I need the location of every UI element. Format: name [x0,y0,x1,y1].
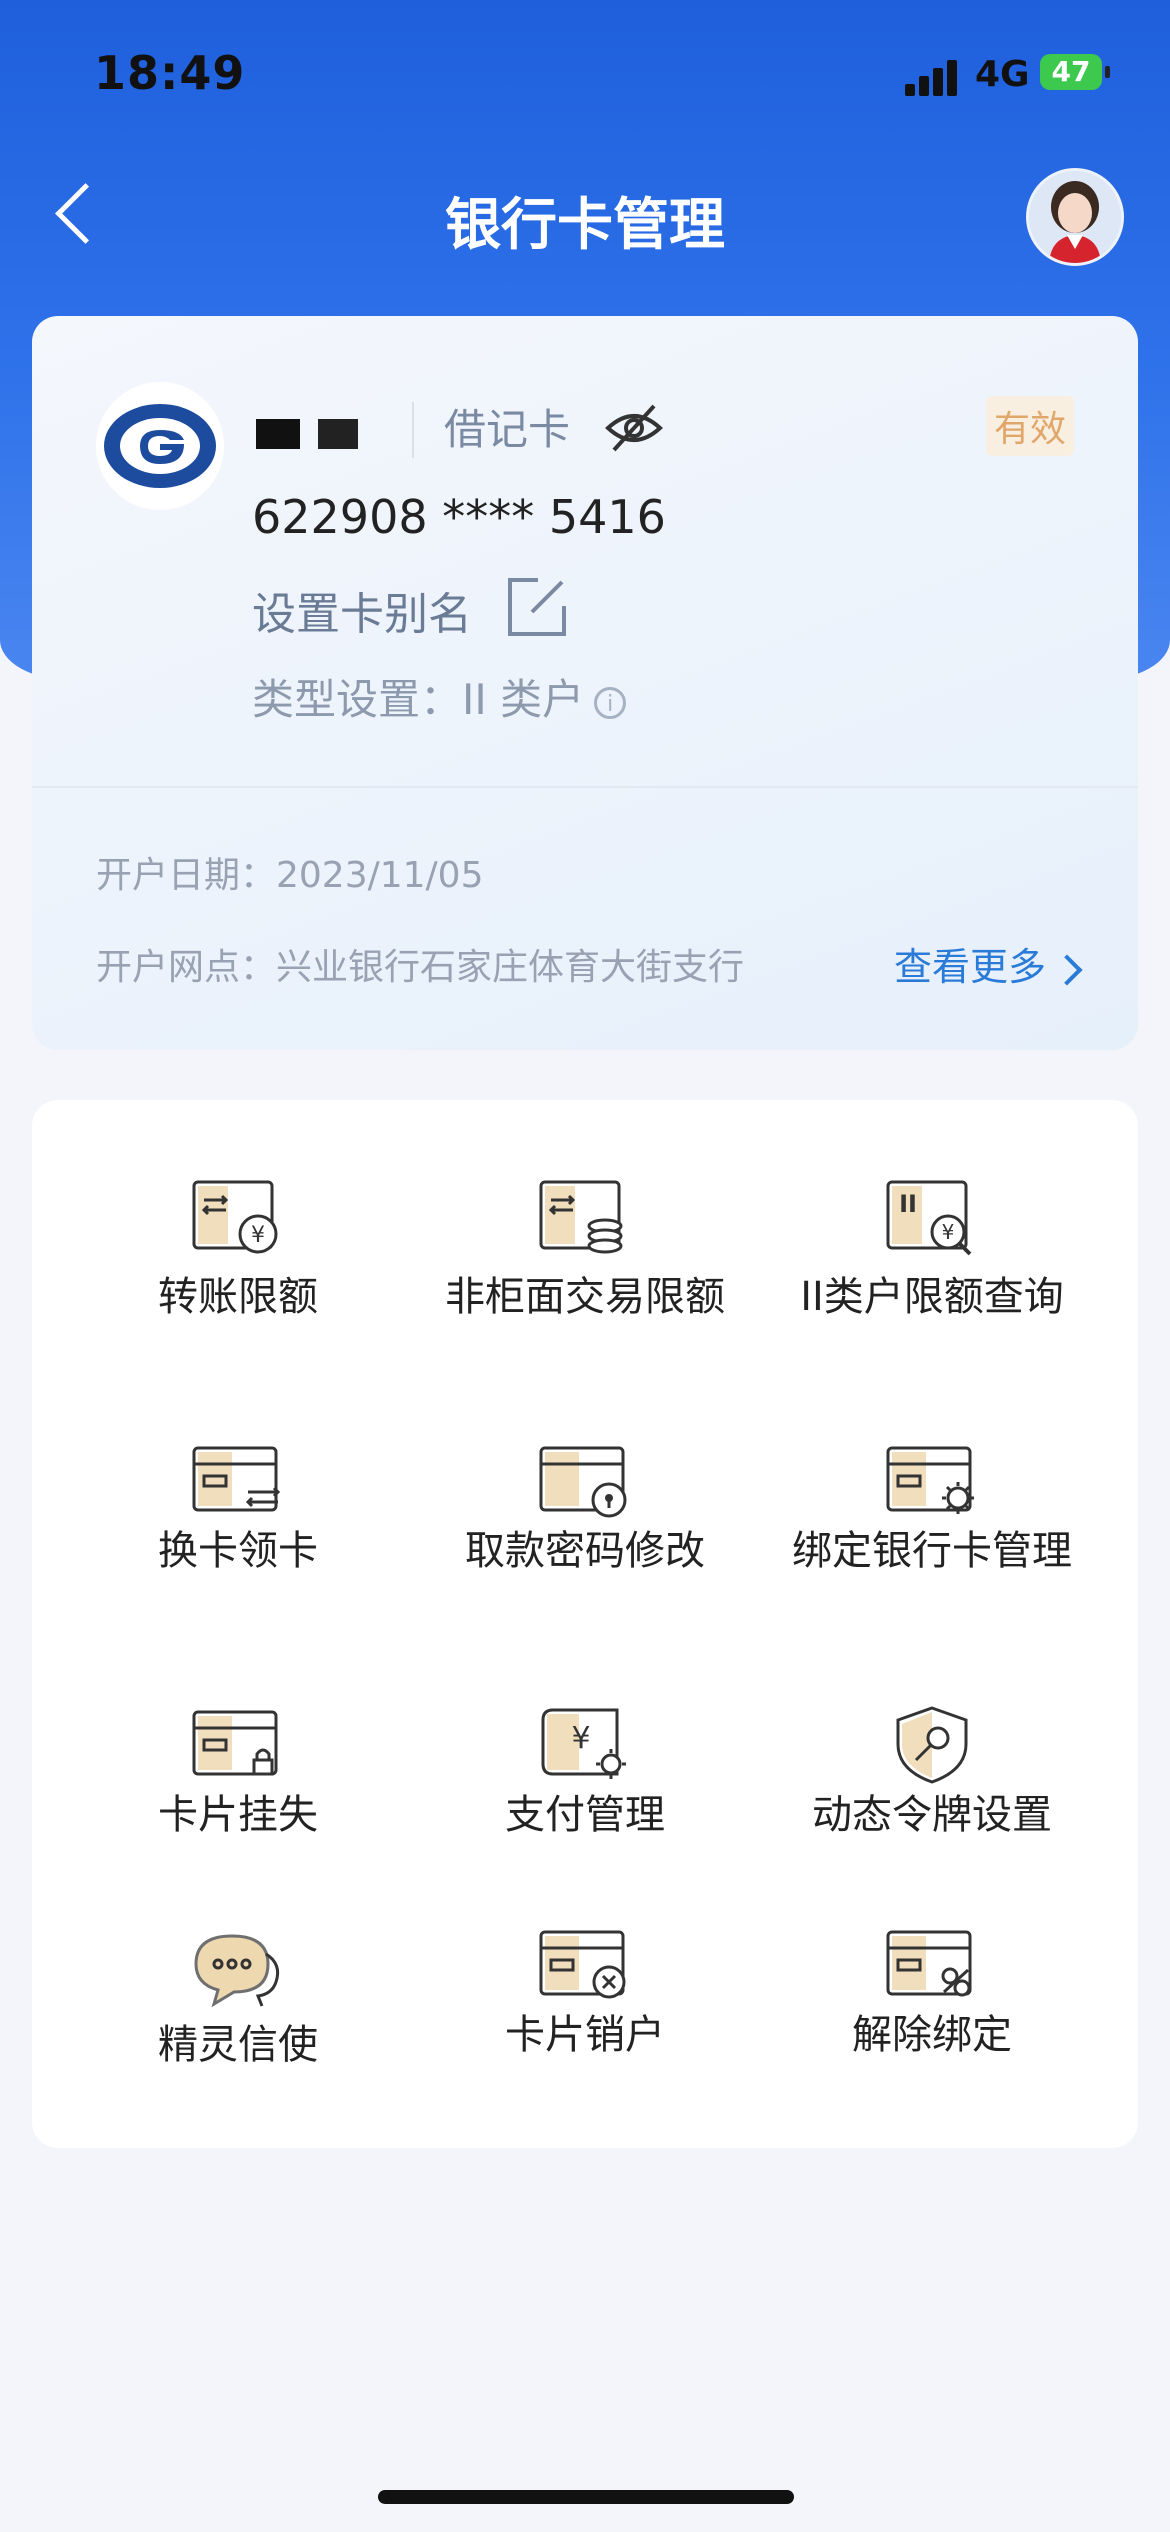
function-label: 卡片挂失 [158,1792,318,1838]
battery-icon: 47 [1040,54,1110,90]
non-counter-limit-icon [539,1180,623,1254]
card-loss-report-button[interactable]: 卡片挂失 [68,1704,408,1836]
card-close-icon [539,1930,626,1999]
function-label: II类户限额查询 [800,1274,1064,1320]
open-branch: 开户网点：兴业银行石家庄体育大街支行 [96,947,745,988]
chat-bubble-icon [194,1934,280,2008]
unbind-card-icon [886,1930,972,1997]
function-label: 转账限额 [158,1274,318,1320]
bind-card-settings-button[interactable]: 绑定银行卡管理 [762,1440,1102,1572]
edit-icon[interactable] [504,574,570,640]
info-icon[interactable]: i [594,686,627,719]
function-grid: ¥ 转账限额 非柜面交易限额 II ¥ II类户限额查询 换卡领卡 取款密码修改… [32,1100,1138,2148]
type-setting[interactable]: 类型设置：II 类户 i [252,666,627,727]
function-label: 动态令牌设置 [812,1792,1052,1838]
transfer-limit-icon: ¥ [192,1180,278,1254]
function-label: 换卡领卡 [158,1528,318,1574]
class2-limit-query-button[interactable]: II ¥ II类户限额查询 [762,1176,1102,1318]
function-label: 取款密码修改 [465,1528,705,1574]
replace-card-icon [192,1446,281,1512]
svg-text:II: II [899,1190,917,1218]
svg-text:¥: ¥ [942,1220,955,1244]
class2-limit-query-icon: II ¥ [886,1180,972,1256]
signal-icon [905,60,961,96]
bank-logo [96,382,224,510]
function-label: 卡片销户 [505,2012,665,2058]
divider [412,402,414,458]
function-label: 解除绑定 [852,2012,1012,2058]
type-setting-label: 类型设置：II 类户 [252,675,585,724]
card-lock-icon [192,1710,278,1776]
dynamic-token-button[interactable]: 动态令牌设置 [762,1704,1102,1836]
masked-name [256,419,300,449]
svg-text:¥: ¥ [251,1223,265,1248]
page-title: 银行卡管理 [445,193,725,258]
card-type-label: 借记卡 [444,405,571,454]
function-label: 绑定银行卡管理 [792,1528,1072,1574]
divider [32,786,1138,788]
non-counter-limit-button[interactable]: 非柜面交易限额 [415,1176,755,1318]
function-label: 非柜面交易限额 [445,1274,725,1320]
token-shield-icon [896,1706,968,1784]
payment-settings-icon: ¥ [541,1708,626,1779]
card-close-account-button[interactable]: 卡片销户 [415,1924,755,2056]
masked-name [318,419,358,449]
view-more-link[interactable]: 查看更多 [894,936,1083,991]
eye-hidden-icon[interactable] [604,400,664,456]
open-date: 开户日期：2023/11/05 [96,855,484,896]
elf-messenger-button[interactable]: 精灵信使 [68,1924,408,2066]
home-indicator[interactable] [378,2490,794,2504]
replace-card-button[interactable]: 换卡领卡 [68,1440,408,1572]
function-label: 精灵信使 [158,2022,318,2068]
status-badge: 有效 [986,396,1075,456]
network-type: 4G [975,54,1030,95]
withdraw-password-button[interactable]: 取款密码修改 [415,1440,755,1572]
withdraw-password-icon [539,1446,627,1518]
set-alias-link[interactable]: 设置卡别名 [252,578,472,642]
bank-card-panel: 借记卡 有效 622908 **** 5416 设置卡别名 类型设置：II 类户… [32,316,1138,1050]
view-more-label: 查看更多 [894,945,1047,989]
bind-card-settings-icon [886,1446,974,1514]
chevron-right-icon [1051,953,1083,986]
payment-settings-button[interactable]: ¥ 支付管理 [415,1704,755,1836]
status-bar: 18:49 4G 47 [0,40,1170,110]
assistant-avatar[interactable] [1026,168,1124,266]
svg-text:¥: ¥ [571,1721,590,1756]
function-label: 支付管理 [505,1792,665,1838]
transfer-limit-button[interactable]: ¥ 转账限额 [68,1176,408,1318]
status-time: 18:49 [94,46,246,100]
card-number: 622908 **** 5416 [252,490,666,544]
unbind-card-button[interactable]: 解除绑定 [762,1924,1102,2056]
